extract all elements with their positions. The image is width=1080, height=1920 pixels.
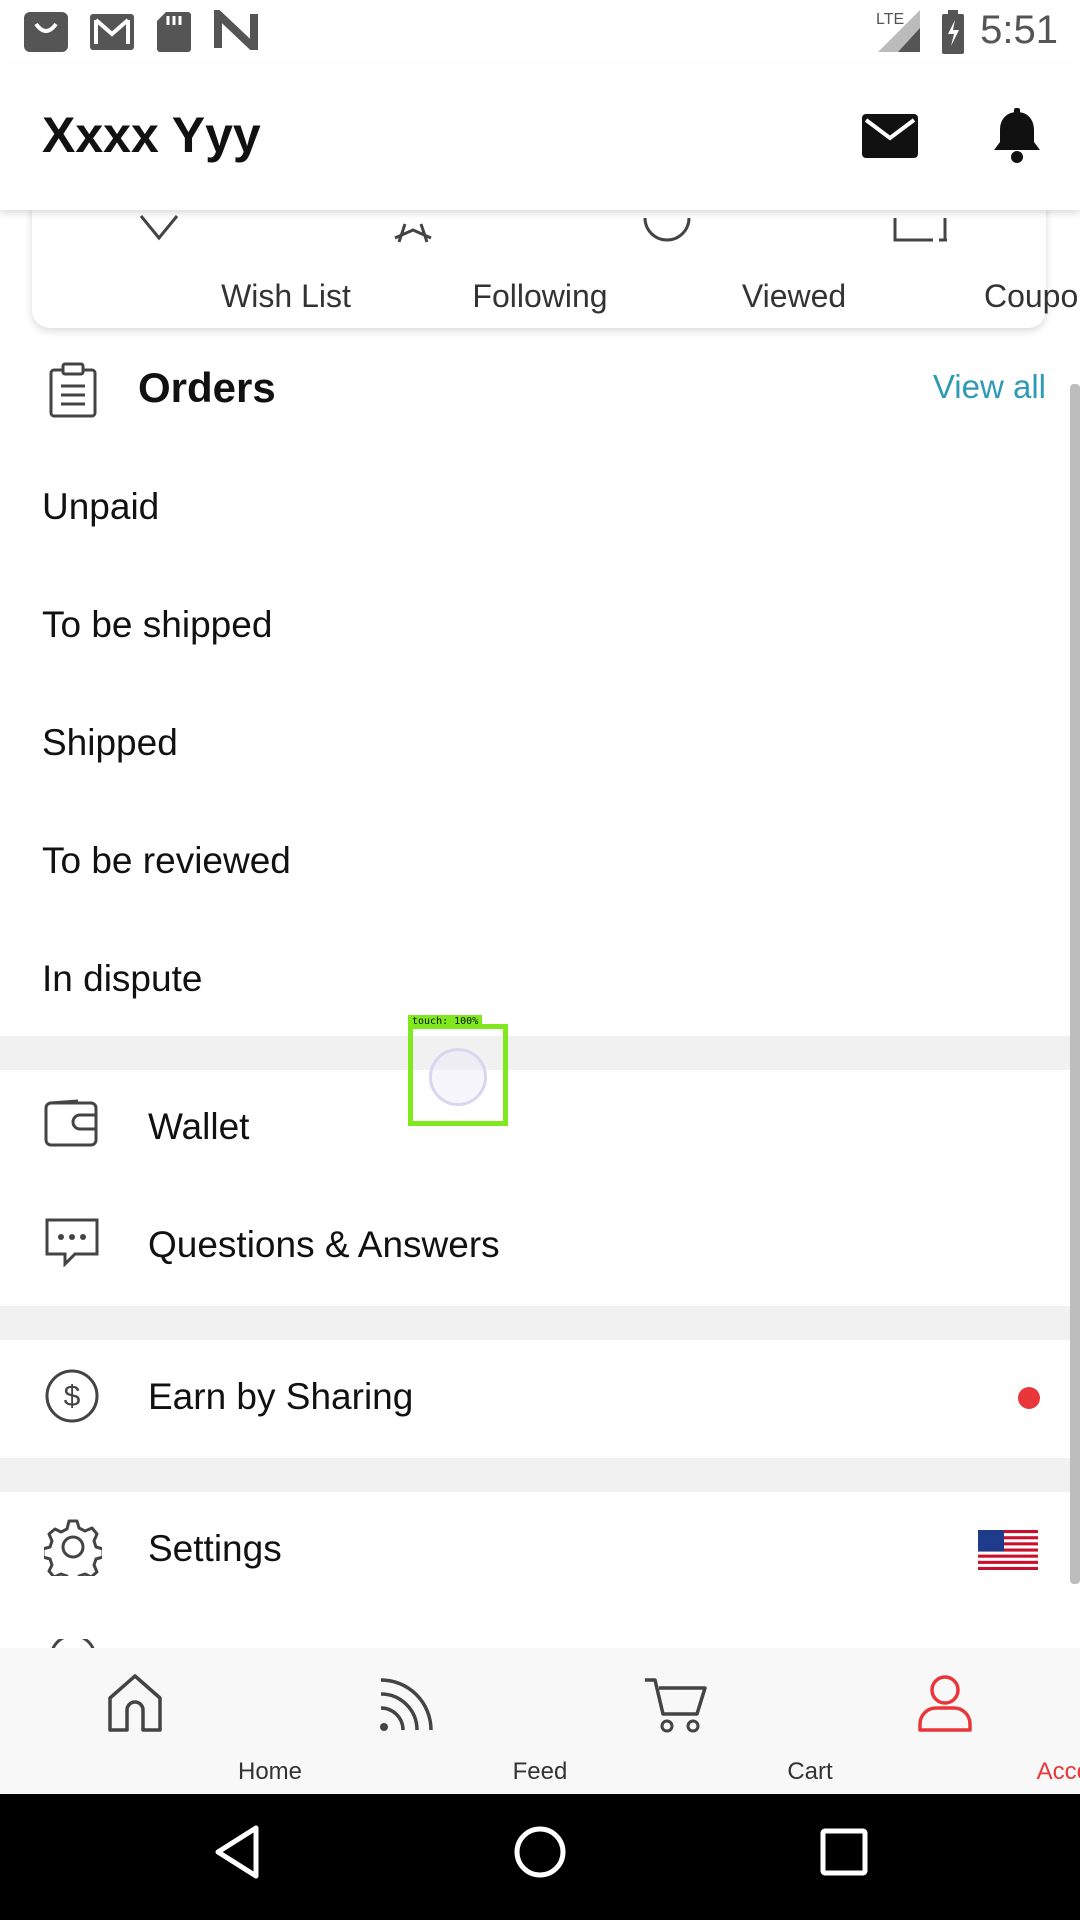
section-divider	[0, 1458, 1080, 1492]
back-icon[interactable]	[212, 1824, 262, 1885]
quick-link-label: Viewed	[741, 278, 847, 314]
app-header: Xxxx Yyy	[0, 64, 1080, 210]
quick-link-label: Following	[472, 278, 608, 314]
dollar-circle-icon: $	[44, 1368, 100, 1429]
tab-home[interactable]: Home	[0, 1648, 302, 1794]
section-divider	[0, 1036, 1080, 1070]
recents-icon[interactable]	[820, 1828, 868, 1881]
menu-label: Wallet	[148, 1106, 250, 1147]
username: Xxxx Yyy	[42, 107, 261, 163]
order-status-to-be-shipped[interactable]: To be shipped	[42, 604, 272, 646]
clock: 5:51	[980, 8, 1058, 52]
touch-point	[429, 1048, 487, 1106]
order-status-unpaid[interactable]: Unpaid	[42, 486, 159, 528]
shopping-bag-icon	[22, 10, 70, 59]
tab-label: Account	[1036, 1758, 1080, 1785]
view-all-orders-link[interactable]: View all	[933, 368, 1046, 406]
home-button-icon[interactable]	[512, 1824, 568, 1885]
quick-link-label: Wish List	[221, 278, 351, 314]
wallet-icon	[44, 1099, 100, 1154]
menu-item-settings[interactable]: Settings	[0, 1492, 1080, 1610]
cart-icon	[643, 1672, 707, 1739]
sd-card-icon	[156, 10, 192, 59]
menu-label: Questions & Answers	[148, 1224, 500, 1265]
tab-feed[interactable]: Feed	[270, 1648, 567, 1794]
n-logo-icon	[214, 4, 258, 58]
bottom-tab-bar: Home Feed Cart Account	[0, 1648, 1080, 1794]
account-icon	[915, 1672, 975, 1739]
section-divider	[0, 1306, 1080, 1340]
gear-icon	[41, 1518, 105, 1585]
menu-label: Settings	[148, 1528, 282, 1569]
battery-charging-icon	[940, 10, 966, 59]
notification-dot	[1018, 1387, 1040, 1409]
tab-cart[interactable]: Cart	[540, 1648, 833, 1794]
svg-text:LTE: LTE	[876, 11, 904, 28]
order-status-shipped[interactable]: Shipped	[42, 722, 178, 764]
menu-item-questions-answers[interactable]: Questions & Answers	[0, 1188, 1080, 1306]
coupon-icon	[891, 214, 951, 249]
quick-links-card: Wish List Following Viewed Coupons	[32, 210, 1080, 328]
status-bar: LTE 5:51	[0, 0, 1080, 64]
scrollbar[interactable]	[1070, 384, 1080, 1584]
help-circle-icon	[48, 1634, 98, 1648]
gmail-icon	[88, 10, 136, 59]
account-content[interactable]: Wish List Following Viewed Coupons Order…	[0, 210, 1080, 1648]
order-status-to-be-reviewed[interactable]: To be reviewed	[42, 840, 291, 882]
orders-header: Orders View all	[0, 344, 1080, 444]
menu-item-earn-by-sharing[interactable]: $ Earn by Sharing	[0, 1340, 1080, 1458]
signal-icon: LTE	[874, 8, 924, 57]
system-nav-bar	[0, 1794, 1080, 1920]
orders-title: Orders	[138, 364, 276, 411]
home-icon	[105, 1672, 165, 1739]
tab-account[interactable]: Account	[810, 1648, 1080, 1794]
star-icon	[391, 214, 435, 249]
quick-link-label: Coupons	[983, 278, 1080, 314]
clipboard-icon	[48, 362, 98, 423]
svg-text:$: $	[64, 1380, 81, 1413]
bell-icon[interactable]	[992, 108, 1042, 169]
us-flag-icon	[978, 1530, 1038, 1570]
clock-icon	[642, 214, 692, 249]
heart-icon	[137, 214, 181, 249]
menu-label: Earn by Sharing	[148, 1376, 414, 1417]
menu-item-wallet[interactable]: Wallet	[0, 1070, 1080, 1188]
chat-bubble-icon	[44, 1217, 100, 1272]
order-status-in-dispute[interactable]: In dispute	[42, 958, 202, 1000]
mail-icon[interactable]	[862, 114, 918, 163]
feed-icon	[375, 1672, 435, 1739]
